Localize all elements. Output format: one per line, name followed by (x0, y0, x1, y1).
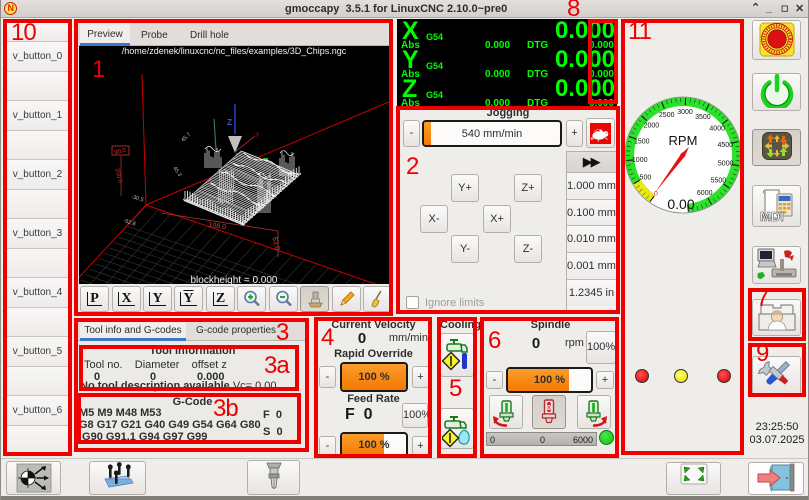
svg-text:Z: Z (227, 118, 232, 127)
svg-text:3500: 3500 (695, 114, 711, 121)
svg-text:200.0: 200.0 (113, 168, 123, 185)
svg-text:0: 0 (654, 190, 658, 197)
svg-text:4500: 4500 (718, 142, 734, 149)
svg-text:1500: 1500 (634, 138, 650, 145)
svg-text:1000: 1000 (632, 157, 648, 164)
svg-text:RPM: RPM (669, 133, 698, 148)
svg-text:0: 0 (547, 405, 551, 412)
svg-text:3000: 3000 (677, 109, 693, 116)
svg-text:blockheight = 0.000: blockheight = 0.000 (190, 275, 277, 284)
svg-text:45.3: 45.3 (171, 166, 182, 178)
svg-text:MDI: MDI (760, 209, 784, 224)
svg-text:-52.8: -52.8 (122, 218, 136, 227)
svg-text:53.0: 53.0 (270, 236, 280, 251)
svg-text:5000: 5000 (718, 161, 734, 168)
svg-text:y: y (256, 132, 259, 138)
svg-text:2500: 2500 (659, 112, 675, 119)
svg-text:108.0: 108.0 (208, 222, 227, 232)
svg-text:/home/zdenek/linuxcnc/nc_files: /home/zdenek/linuxcnc/nc_files/examples/… (122, 46, 347, 56)
svg-text:500: 500 (640, 174, 652, 181)
svg-text:4000: 4000 (709, 126, 725, 133)
svg-text:45.7: 45.7 (180, 132, 192, 144)
svg-text:0.00: 0.00 (667, 196, 694, 212)
svg-text:6000: 6000 (697, 190, 713, 197)
svg-text:-30.5: -30.5 (130, 194, 144, 203)
svg-text:2000: 2000 (644, 123, 660, 130)
svg-text:5500: 5500 (711, 178, 727, 185)
